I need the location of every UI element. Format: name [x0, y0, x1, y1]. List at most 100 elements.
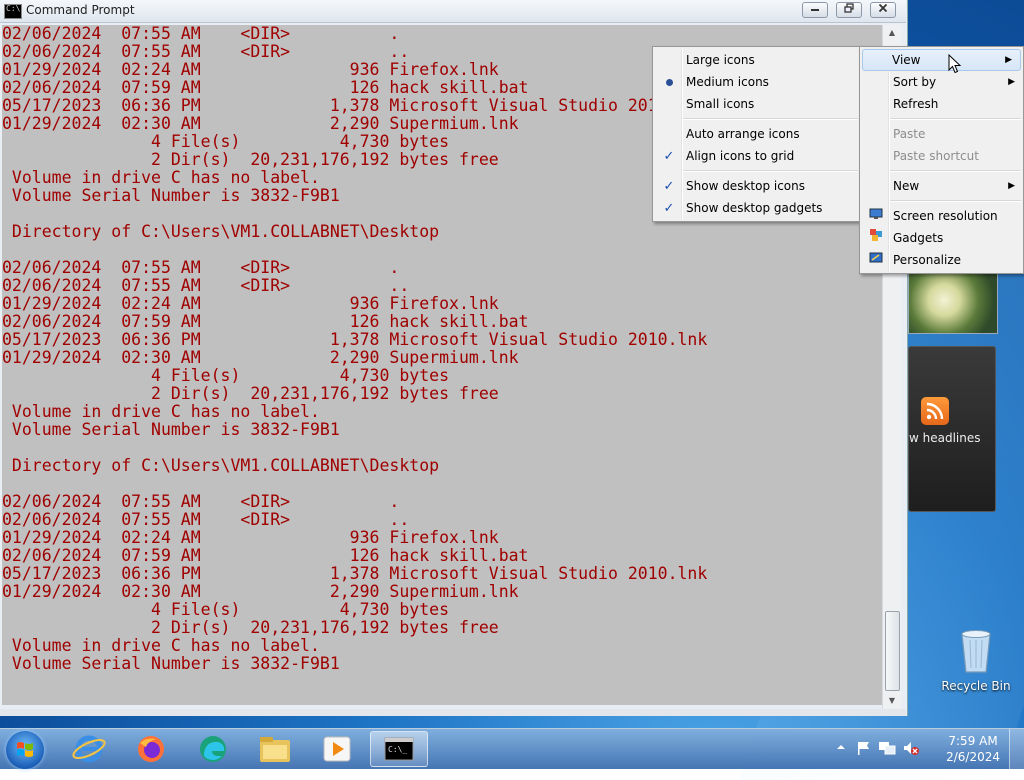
- console-line: Volume Serial Number is 3832-F9B1: [2, 654, 340, 673]
- checkmark-icon: ✓: [663, 201, 675, 216]
- recycle-bin[interactable]: Recycle Bin: [938, 628, 1014, 693]
- view-option-large-icons[interactable]: Large icons: [653, 49, 860, 71]
- console-line: 01/29/2024 02:24 AM 936 Firefox.lnk: [2, 528, 499, 547]
- close-button[interactable]: [870, 2, 896, 18]
- firefox-icon: [138, 736, 164, 762]
- console-line: 01/29/2024 02:24 AM 936 Firefox.lnk: [2, 294, 499, 313]
- mouse-cursor-icon: [948, 54, 962, 74]
- svg-text:C:\_: C:\_: [388, 745, 407, 754]
- title-bar[interactable]: C:\ Command Prompt: [0, 0, 906, 23]
- console-line: 02/06/2024 07:55 AM <DIR> .: [2, 492, 400, 511]
- menu-item-label: Gadgets: [893, 231, 944, 245]
- menu-item-label: Medium icons: [686, 75, 769, 89]
- clock[interactable]: 7:59 AM 2/6/2024: [946, 733, 1000, 765]
- submenu-arrow-icon: ▶: [1008, 77, 1015, 87]
- gadgets-icon: [866, 227, 886, 249]
- command-prompt-taskbar-button[interactable]: C:\_: [370, 731, 428, 767]
- menu-item-screen-resolution[interactable]: Screen resolution: [860, 205, 1023, 227]
- internet-explorer-taskbar-button[interactable]: [66, 731, 112, 767]
- console-line: 02/06/2024 07:55 AM <DIR> ..: [2, 510, 410, 529]
- view-option-small-icons[interactable]: Small icons: [653, 93, 860, 115]
- desktop-context-menu[interactable]: View ▶ Sort by ▶ Refresh Paste Paste shortcut N…: [859, 46, 1024, 274]
- show-desktop-button[interactable]: [1009, 729, 1024, 769]
- clock-date: 2/6/2024: [946, 750, 1000, 764]
- menu-item-label: Paste: [893, 127, 926, 141]
- submenu-arrow-icon: ▶: [1005, 55, 1012, 65]
- menu-item-label: Refresh: [893, 97, 939, 111]
- media-player-icon: [323, 736, 351, 762]
- menu-item-label: Personalize: [893, 253, 962, 267]
- console-line: Volume Serial Number is 3832-F9B1: [2, 420, 340, 439]
- personalize-icon: [866, 249, 886, 271]
- recycle-bin-icon: [961, 630, 991, 673]
- menu-item-refresh[interactable]: Refresh: [860, 93, 1023, 115]
- console-line: 02/06/2024 07:55 AM <DIR> .: [2, 258, 400, 277]
- menu-item-label: New: [893, 179, 920, 193]
- menu-separator: [890, 118, 1021, 120]
- menu-separator: [890, 170, 1021, 172]
- menu-item-label: Align icons to grid: [686, 149, 795, 163]
- console-line: 2 Dir(s) 20,231,176,192 bytes free: [2, 618, 499, 637]
- menu-separator: [683, 118, 858, 120]
- checkmark-icon: ✓: [663, 179, 675, 194]
- menu-item-label: Small icons: [686, 97, 755, 111]
- console-line: 2 Dir(s) 20,231,176,192 bytes free: [2, 384, 499, 403]
- menu-item-label: Screen resolution: [893, 209, 998, 223]
- console-line: 01/29/2024 02:30 AM 2,290 Supermium.lnk: [2, 582, 519, 601]
- command-prompt-icon: C:\: [4, 4, 22, 19]
- view-option-auto-arrange-icons[interactable]: Auto arrange icons: [653, 123, 860, 145]
- windows-logo-icon: [17, 742, 33, 757]
- menu-item-personalize[interactable]: Personalize: [860, 249, 1023, 271]
- rss-icon: [921, 397, 949, 425]
- system-tray[interactable]: 7:59 AM 2/6/2024: [834, 729, 1024, 769]
- view-option-show-desktop-gadgets[interactable]: ✓ Show desktop gadgets: [653, 197, 860, 219]
- menu-item-label: Large icons: [686, 53, 755, 67]
- start-button[interactable]: [6, 731, 44, 769]
- console-line: 4 File(s) 4,730 bytes: [2, 366, 450, 385]
- menu-item-label: View: [892, 53, 921, 67]
- view-option-show-desktop-icons[interactable]: ✓ Show desktop icons: [653, 175, 860, 197]
- menu-item-label: Paste shortcut: [893, 149, 979, 163]
- firefox-taskbar-button[interactable]: [128, 731, 174, 767]
- view-option-align-icons-to-grid[interactable]: ✓ Align icons to grid: [653, 145, 860, 167]
- menu-item-label: Auto arrange icons: [686, 127, 800, 141]
- console-line: Directory of C:\Users\VM1.COLLABNET\Desk…: [2, 456, 440, 475]
- view-option-medium-icons[interactable]: Medium icons: [653, 71, 860, 93]
- media-player-taskbar-button[interactable]: [314, 731, 360, 767]
- restore-button[interactable]: [836, 2, 862, 18]
- menu-item-paste: Paste: [860, 123, 1023, 145]
- console-line: Volume in drive C has no label.: [2, 402, 320, 421]
- edge-icon: [200, 736, 226, 762]
- show-hidden-icons-icon[interactable]: [836, 742, 846, 752]
- volume-muted-icon[interactable]: [902, 740, 920, 756]
- console-line: 02/06/2024 07:59 AM 126 hack skill.bat: [2, 312, 529, 331]
- file-explorer-taskbar-button[interactable]: [252, 731, 298, 767]
- internet-explorer-icon: [72, 735, 106, 763]
- taskbar[interactable]: C:\_ 7:59 AM 2/6/2024: [0, 728, 1024, 769]
- menu-item-gadgets[interactable]: Gadgets: [860, 227, 1023, 249]
- slideshow-gadget[interactable]: [908, 266, 998, 334]
- feed-headlines-gadget[interactable]: w headlines: [908, 346, 996, 512]
- console-line: 01/29/2024 02:30 AM 2,290 Supermium.lnk: [2, 348, 519, 367]
- console-line: 4 File(s) 4,730 bytes: [2, 600, 450, 619]
- menu-item-view[interactable]: View ▶: [862, 49, 1021, 71]
- network-icon[interactable]: [878, 740, 896, 756]
- file-explorer-icon: [260, 737, 290, 762]
- view-submenu[interactable]: Large icons Medium icons Small icons Auto a…: [652, 46, 861, 222]
- recycle-bin-label: Recycle Bin: [941, 679, 1011, 693]
- checkmark-icon: ✓: [663, 149, 675, 164]
- console-line: Directory of C:\Users\VM1.COLLABNET\Desk…: [2, 222, 440, 241]
- menu-item-sort-by[interactable]: Sort by ▶: [860, 71, 1023, 93]
- scroll-down-button[interactable]: ▼: [883, 693, 901, 709]
- radio-selected-icon: [659, 71, 679, 93]
- scroll-thumb[interactable]: [885, 611, 900, 691]
- action-center-flag-icon[interactable]: [856, 740, 872, 756]
- menu-item-new[interactable]: New ▶: [860, 175, 1023, 197]
- edge-taskbar-button[interactable]: [190, 731, 236, 767]
- minimize-button[interactable]: [802, 2, 828, 18]
- menu-item-label: Show desktop icons: [686, 179, 806, 193]
- menu-separator: [890, 200, 1021, 202]
- scroll-up-button[interactable]: ▲: [883, 25, 901, 41]
